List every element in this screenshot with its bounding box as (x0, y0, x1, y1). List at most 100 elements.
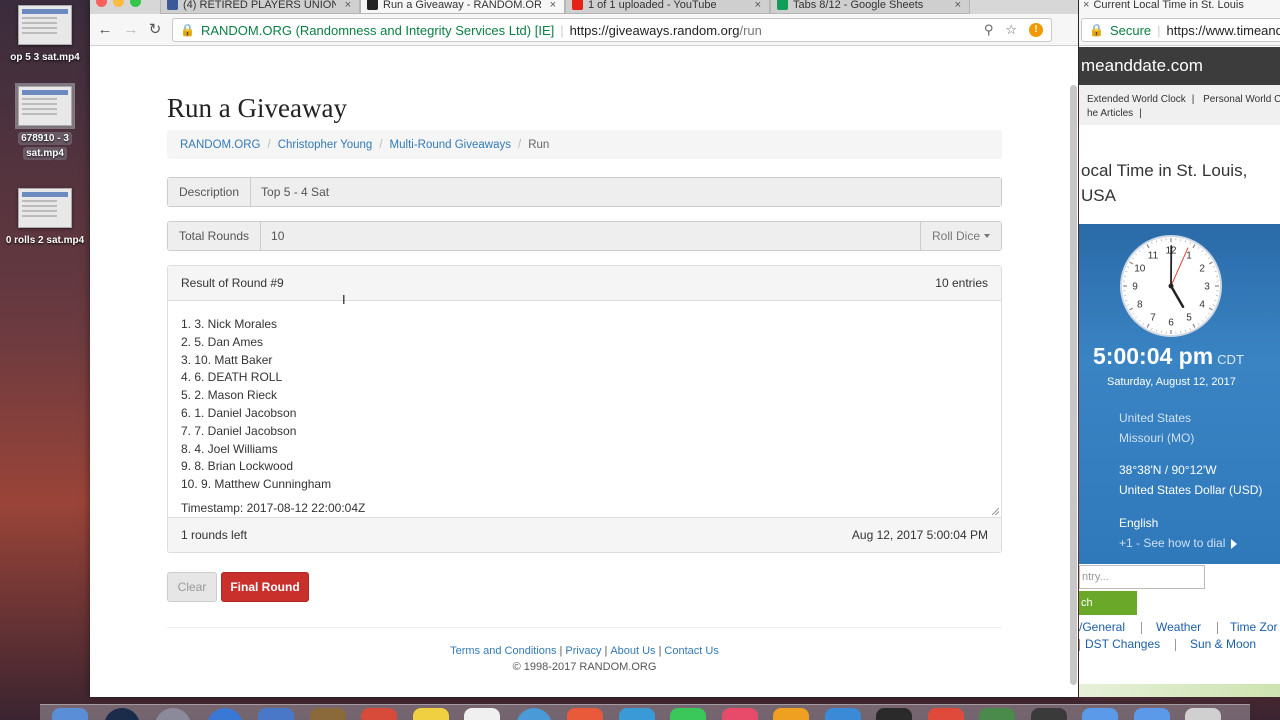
browser-tab[interactable]: Tabs 8/12 - Google Sheets × (770, 0, 970, 14)
dock-app-icon[interactable] (670, 708, 706, 720)
final-round-button[interactable]: Final Round (221, 572, 309, 602)
round-result-title: Result of Round #9 (181, 276, 284, 290)
subnav-articles[interactable]: he Articles (1087, 108, 1133, 119)
right-tab-bar: × Current Local Time in St. Louis (1079, 0, 1280, 14)
country-search-input[interactable]: ntry... (1079, 565, 1205, 589)
location-title: ocal Time in St. Louis, USA (1081, 158, 1280, 208)
link-weather[interactable]: Weather (1156, 620, 1201, 634)
breadcrumb-random-org[interactable]: RANDOM.ORG (180, 139, 261, 151)
clear-button[interactable]: Clear (167, 572, 217, 602)
tab-close-icon[interactable]: × (550, 0, 556, 11)
result-entry: 4. 6. DEATH ROLL (181, 370, 283, 385)
close-window-button[interactable] (96, 0, 107, 7)
browser-tab[interactable]: Run a Giveaway - RANDOM.OR × (360, 0, 565, 14)
roll-dice-button[interactable]: Roll Dice (919, 222, 1001, 250)
extension-icon[interactable]: ! (1029, 23, 1043, 37)
ev-certificate-org: RANDOM.ORG (Randomness and Integrity Ser… (200, 22, 555, 38)
result-entry: 10. 9. Matthew Cunningham (181, 477, 332, 492)
tab-close-icon[interactable]: × (1083, 0, 1089, 11)
breadcrumb-multi-round-giveaways[interactable]: Multi-Round Giveaways (390, 139, 511, 151)
link-sun-moon[interactable]: Sun & Moon (1190, 637, 1256, 651)
footer-link-privacy[interactable]: Privacy (565, 645, 601, 657)
dock-app-icon[interactable] (773, 708, 809, 720)
browser-tab[interactable]: 1 of 1 uploaded - YouTube × (565, 0, 770, 14)
tab-close-icon[interactable]: × (755, 0, 761, 11)
tab-close-icon[interactable]: × (345, 0, 351, 11)
dock-app-icon[interactable] (567, 708, 603, 720)
tab-current-local-time[interactable]: × Current Local Time in St. Louis (1079, 0, 1280, 14)
pin-icon[interactable]: ⚲ (984, 22, 994, 38)
location-title-line2: USA (1081, 186, 1116, 205)
footer-link-contact[interactable]: Contact Us (664, 645, 718, 657)
dock-app-icon[interactable] (155, 708, 191, 720)
subnav-personal-world-clock[interactable]: Personal World Clock (1203, 94, 1280, 105)
browser-tab[interactable]: (4) RETIRED PLAYERS UNION × (160, 0, 360, 14)
svg-text:1: 1 (1186, 250, 1192, 261)
dock-app-icon[interactable] (979, 708, 1015, 720)
desktop-file[interactable]: 678910 - 3 sat.mp4 (0, 83, 90, 160)
dock-app-icon[interactable] (515, 708, 552, 720)
desktop-file[interactable]: op 5 3 sat.mp4 (0, 5, 90, 64)
dock-app-icon[interactable] (464, 708, 500, 720)
geo-info: 38°38'N / 90°12'W United States Dollar (… (1119, 460, 1262, 500)
footer-link-terms[interactable]: Terms and Conditions (450, 645, 556, 657)
language: English (1119, 516, 1159, 530)
forward-button[interactable]: → (120, 19, 142, 41)
breadcrumb-christopher-young[interactable]: Christopher Young (278, 139, 373, 151)
dock (40, 704, 1250, 720)
desktop-file[interactable]: 0 rolls 2 sat.mp4 (0, 188, 90, 247)
site-header: meanddate.com (1079, 47, 1280, 85)
dock-app-icon[interactable] (361, 708, 397, 720)
bookmark-star-icon[interactable]: ☆ (1005, 22, 1017, 38)
description-field[interactable]: Top 5 - 4 Sat (251, 178, 1001, 206)
back-button[interactable]: ← (94, 19, 116, 41)
dock-app-icon[interactable] (927, 708, 964, 720)
total-rounds-label: Total Rounds (168, 222, 262, 250)
state-link[interactable]: Missouri (MO) (1119, 428, 1194, 448)
site-name[interactable]: meanddate.com (1081, 56, 1203, 76)
reload-button[interactable]: ↻ (144, 19, 166, 41)
dock-app-icon[interactable] (52, 708, 88, 720)
dock-app-icon[interactable] (824, 708, 861, 720)
dock-app-icon[interactable] (1082, 708, 1118, 720)
dock-app-icon[interactable] (103, 708, 140, 720)
result-panel: Result of Round #9 10 entries 1. 3. Nick… (167, 265, 1002, 553)
minimize-window-button[interactable] (113, 0, 124, 7)
country-link[interactable]: United States (1119, 408, 1194, 428)
breadcrumb-separator: / (267, 138, 271, 151)
dock-app-icon[interactable] (258, 708, 294, 720)
link-general[interactable]: /General (1079, 620, 1125, 634)
dock-app-icon[interactable] (618, 708, 655, 720)
resize-handle-icon[interactable] (992, 508, 999, 515)
footer-divider (167, 627, 1002, 628)
omnibox-separator: | (1157, 22, 1161, 38)
timeanddate-window: × Current Local Time in St. Louis 🔒 Secu… (1079, 0, 1280, 697)
address-bar[interactable]: 🔒 RANDOM.ORG (Randomness and Integrity S… (172, 18, 1052, 42)
arrow-right-icon (1231, 538, 1238, 549)
desktop-file-label: sat.mp4 (23, 147, 67, 160)
dock-app-icon[interactable] (1185, 708, 1221, 720)
link-dst-changes[interactable]: DST Changes (1085, 637, 1160, 651)
search-button[interactable]: ch (1079, 591, 1137, 615)
dock-app-icon[interactable] (309, 708, 346, 720)
result-entry: 5. 2. Mason Rieck (181, 388, 278, 403)
dial-link[interactable]: +1 - See how to dial (1119, 533, 1238, 553)
dock-app-icon[interactable] (412, 708, 449, 720)
subnav-extended-world-clock[interactable]: Extended World Clock (1087, 94, 1186, 105)
right-address-bar[interactable]: 🔒 Secure | https://www.timeandd... (1081, 18, 1280, 42)
tab-close-icon[interactable]: × (955, 0, 961, 11)
dock-app-icon[interactable] (206, 708, 243, 720)
total-rounds-field[interactable]: 10 (261, 222, 920, 250)
reload-icon: ↻ (148, 21, 162, 38)
link-time-zones[interactable]: Time Zor (1230, 620, 1278, 634)
dock-app-icon[interactable] (876, 708, 912, 720)
svg-text:6: 6 (1168, 318, 1174, 329)
result-textarea[interactable]: 1. 3. Nick Morales 2. 5. Dan Ames 3. 10. M… (168, 301, 1001, 517)
page-scrollbar[interactable] (1070, 85, 1077, 685)
dock-app-icon[interactable] (721, 708, 758, 720)
dock-app-icon[interactable] (1030, 708, 1067, 720)
zoom-window-button[interactable] (130, 0, 141, 7)
dock-app-icon[interactable] (1133, 708, 1170, 720)
back-arrow-icon: ← (97, 21, 113, 38)
footer-link-about[interactable]: About Us (610, 645, 655, 657)
